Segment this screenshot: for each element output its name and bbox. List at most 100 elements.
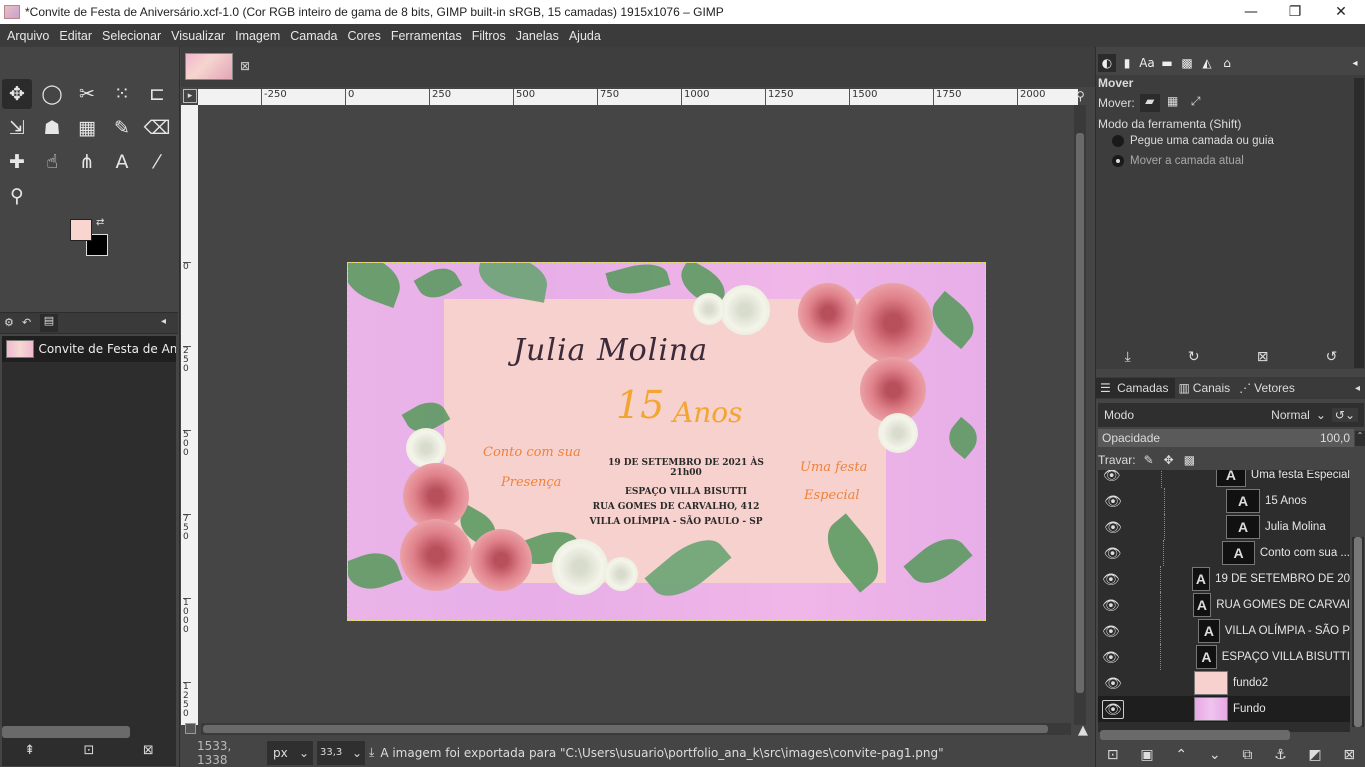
- layer-mask-icon[interactable]: ◩: [1308, 747, 1321, 763]
- brushes-tab-icon[interactable]: ▮: [1118, 54, 1136, 72]
- layer-row[interactable]: 👁 A 19 DE SETEMBRO DE 20: [1098, 566, 1350, 592]
- menu-arquivo[interactable]: Arquivo: [2, 29, 54, 43]
- dock-menu-icon[interactable]: ◂: [161, 316, 166, 327]
- dock-menu-icon[interactable]: ◂: [1346, 54, 1364, 72]
- tab-vetores[interactable]: ⋰ Vetores: [1236, 381, 1301, 395]
- menu-janelas[interactable]: Janelas: [511, 29, 564, 43]
- delete-layer-icon[interactable]: ⊠: [1343, 747, 1355, 763]
- device-status-tab-icon[interactable]: ⌂: [1218, 54, 1236, 72]
- layer-row[interactable]: 👁 fundo2: [1098, 670, 1350, 696]
- paths-icon[interactable]: ⋔: [72, 147, 102, 177]
- pencil-icon[interactable]: ✎: [107, 113, 137, 143]
- tab-camadas[interactable]: ☰ Camadas: [1096, 378, 1176, 398]
- tool-options-tab-icon[interactable]: ⚙: [4, 316, 14, 329]
- layer-mode-select[interactable]: Modo Normal ⌄ ↺⌄: [1098, 403, 1364, 427]
- color-swatches[interactable]: ⇄: [68, 217, 110, 259]
- dock-menu-icon[interactable]: ◂: [1352, 383, 1365, 394]
- menu-editar[interactable]: Editar: [54, 29, 97, 43]
- menu-ferramentas[interactable]: Ferramentas: [386, 29, 467, 43]
- layers-hscrollbar[interactable]: [1100, 730, 1290, 740]
- text-tool-icon[interactable]: A: [107, 147, 137, 177]
- ellipse-select-icon[interactable]: ◯: [37, 79, 67, 109]
- fonts-tab-icon[interactable]: Aa: [1138, 54, 1156, 72]
- visibility-eye-icon[interactable]: 👁: [1102, 699, 1124, 719]
- reset-mode-icon[interactable]: ↺⌄: [1331, 408, 1358, 422]
- reset-options-icon[interactable]: ↺: [1326, 349, 1338, 365]
- horizontal-scrollbar[interactable]: [201, 723, 1071, 735]
- visibility-eye-icon[interactable]: 👁: [1102, 571, 1120, 588]
- unit-select[interactable]: px ⌄: [267, 740, 313, 765]
- scissors-select-icon[interactable]: ✂: [72, 79, 102, 109]
- layer-row[interactable]: 👁 A 15 Anos: [1098, 488, 1350, 514]
- image-list-item[interactable]: Convite de Festa de Aniver: [2, 336, 176, 362]
- images-dock-scrollbar[interactable]: [2, 726, 130, 738]
- lock-pixels-icon[interactable]: ✎: [1144, 453, 1154, 467]
- layer-row[interactable]: 👁 A Conto com sua ...: [1098, 540, 1350, 566]
- maximize-button[interactable]: ❐: [1272, 0, 1318, 24]
- tool-options-tab-icon[interactable]: ◐: [1098, 54, 1116, 72]
- undo-history-tab-icon[interactable]: ↶: [22, 316, 31, 329]
- raise-view-icon[interactable]: ⇞: [24, 743, 35, 763]
- visibility-eye-icon[interactable]: 👁: [1102, 675, 1124, 692]
- menu-cores[interactable]: Cores: [343, 29, 386, 43]
- layer-row[interactable]: 👁 A Uma festa Especial: [1098, 470, 1350, 488]
- new-layer-icon[interactable]: ⊡: [1107, 747, 1119, 763]
- zoom-select[interactable]: 33,3 % ⌄: [317, 740, 365, 765]
- raise-layer-icon[interactable]: ⌃: [1175, 747, 1187, 763]
- patterns-tab-icon[interactable]: ▩: [1178, 54, 1196, 72]
- menu-visualizar[interactable]: Visualizar: [166, 29, 230, 43]
- swap-colors-icon[interactable]: ⇄: [96, 217, 104, 228]
- crop-icon[interactable]: ⊏: [142, 79, 172, 109]
- menu-imagem[interactable]: Imagem: [230, 29, 285, 43]
- lower-layer-icon[interactable]: ⌄: [1209, 747, 1221, 763]
- move-layer-icon[interactable]: ▰: [1139, 94, 1160, 112]
- save-options-icon[interactable]: ⤓: [1125, 349, 1131, 365]
- vertical-scrollbar[interactable]: [1074, 105, 1086, 725]
- visibility-eye-icon[interactable]: 👁: [1102, 649, 1120, 666]
- smudge-icon[interactable]: ☝: [37, 147, 67, 177]
- layer-row[interactable]: 👁 A ESPAÇO VILLA BISUTTI: [1098, 644, 1350, 670]
- layers-scrollbar[interactable]: [1352, 537, 1364, 727]
- image-tab-thumbnail[interactable]: [185, 53, 233, 80]
- navigate-icon[interactable]: ▲: [1078, 723, 1088, 738]
- zoom-icon[interactable]: ⚲: [2, 181, 32, 211]
- opacity-stepper[interactable]: ⌃: [1355, 431, 1365, 446]
- new-view-icon[interactable]: ⊡: [84, 743, 95, 763]
- lock-position-icon[interactable]: ✥: [1164, 453, 1174, 467]
- visibility-eye-icon[interactable]: 👁: [1102, 493, 1124, 510]
- close-button[interactable]: ✕: [1318, 0, 1364, 24]
- duplicate-layer-icon[interactable]: ⧉: [1242, 747, 1252, 763]
- visibility-eye-icon[interactable]: 👁: [1102, 470, 1121, 484]
- zoom-lens-icon[interactable]: ⚲: [1076, 89, 1085, 103]
- canvas-corner-icon[interactable]: [185, 723, 196, 734]
- images-tab-icon[interactable]: ▤: [40, 314, 58, 332]
- color-picker-icon[interactable]: ⁄: [142, 147, 172, 177]
- menu-selecionar[interactable]: Selecionar: [97, 29, 166, 43]
- new-group-icon[interactable]: ▣: [1140, 747, 1153, 763]
- move-path-icon[interactable]: ⤢: [1186, 94, 1206, 112]
- delete-options-icon[interactable]: ⊠: [1257, 349, 1269, 365]
- menu-ajuda[interactable]: Ajuda: [564, 29, 606, 43]
- gradient-icon[interactable]: ▦: [72, 113, 102, 143]
- lock-alpha-icon[interactable]: ▩: [1184, 453, 1195, 467]
- foreground-color[interactable]: [70, 219, 92, 241]
- quickmask-corner-icon[interactable]: ▸: [183, 89, 197, 103]
- scale-tool-icon[interactable]: ⇲: [2, 113, 32, 143]
- tool-options-scrollbar[interactable]: [1354, 78, 1364, 368]
- fuzzy-select-icon[interactable]: ⁙: [107, 79, 137, 109]
- opacity-slider[interactable]: Opacidade 100,0: [1098, 429, 1354, 447]
- close-image-tab-icon[interactable]: ⊠: [240, 59, 250, 73]
- layer-row-selected[interactable]: 👁 Fundo: [1098, 696, 1350, 722]
- option-move-active[interactable]: Mover a camada atual: [1112, 155, 1244, 167]
- layer-row[interactable]: 👁 A VILLA OLÍMPIA - SÃO P: [1098, 618, 1350, 644]
- move-tool-icon[interactable]: ✥: [2, 79, 32, 109]
- move-selection-icon[interactable]: ▦: [1163, 94, 1183, 112]
- delete-view-icon[interactable]: ⊠: [143, 743, 154, 763]
- layer-row[interactable]: 👁 A Julia Molina: [1098, 514, 1350, 540]
- visibility-eye-icon[interactable]: 👁: [1102, 519, 1124, 536]
- warp-tool-icon[interactable]: ☗: [37, 113, 67, 143]
- visibility-eye-icon[interactable]: 👁: [1102, 545, 1123, 562]
- tab-canais[interactable]: ▥ Canais: [1175, 381, 1236, 395]
- visibility-eye-icon[interactable]: 👁: [1102, 623, 1120, 640]
- visibility-eye-icon[interactable]: 👁: [1102, 597, 1120, 614]
